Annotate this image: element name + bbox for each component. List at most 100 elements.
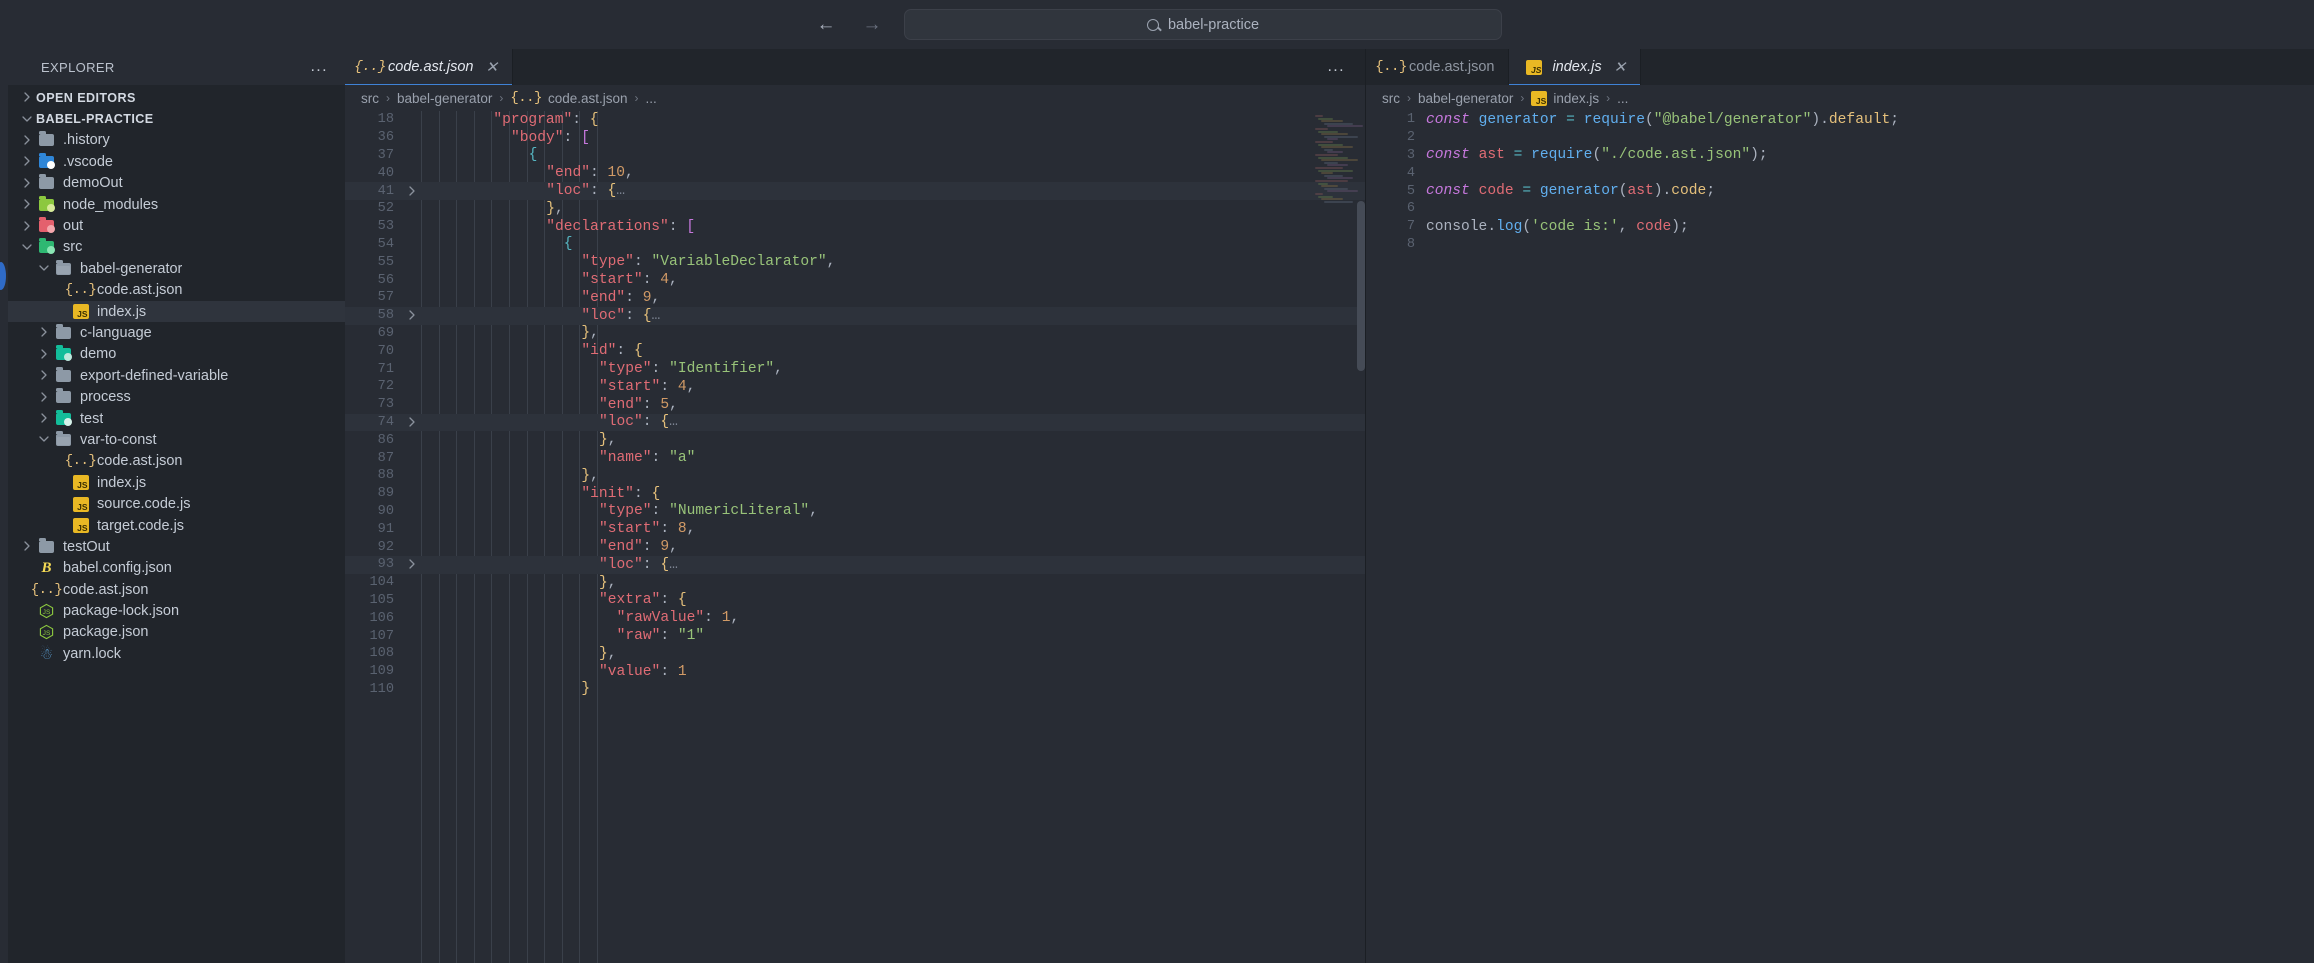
- breadcrumb-item[interactable]: babel-generator: [397, 91, 492, 106]
- tree-folder--vscode[interactable]: .vscode: [8, 151, 345, 172]
- file-tree: OPEN EDITORS BABEL-PRACTICE .history .vscod…: [8, 85, 345, 963]
- code-token: ,: [607, 645, 617, 662]
- breadcrumb-item[interactable]: ...: [1617, 91, 1628, 106]
- editor-more-actions-icon[interactable]: ...: [1327, 59, 1345, 75]
- code-text: "declarations": [: [421, 219, 695, 235]
- tree-folder-c-language[interactable]: c-language: [8, 322, 345, 343]
- tree-folder--history[interactable]: .history: [8, 130, 345, 151]
- tree-item-label: var-to-const: [80, 431, 157, 448]
- tab-code-ast-json[interactable]: {..} code.ast.json ✕: [345, 49, 514, 85]
- breadcrumb-item[interactable]: babel-generator: [1418, 91, 1513, 106]
- chevron-down-icon[interactable]: [36, 262, 53, 275]
- chevron-right-icon[interactable]: [36, 412, 53, 425]
- arrow-left-icon[interactable]: ←: [812, 11, 840, 39]
- tree-file-code-ast-json[interactable]: {..} code.ast.json: [8, 579, 345, 600]
- tree-folder-export-defined-variable[interactable]: export-defined-variable: [8, 365, 345, 386]
- code-token: "body": [511, 129, 564, 146]
- chevron-right-icon[interactable]: [19, 134, 36, 147]
- minimap-line: [1315, 141, 1333, 143]
- line-number: 73: [377, 397, 394, 413]
- chevron-right-icon[interactable]: [19, 198, 36, 211]
- tree-section-babel-practice[interactable]: BABEL-PRACTICE: [8, 108, 345, 129]
- code-token: const: [1426, 183, 1470, 200]
- chevron-right-icon[interactable]: [36, 369, 53, 382]
- tree-folder-test[interactable]: test: [8, 408, 345, 429]
- chevron-right-icon[interactable]: [19, 177, 36, 190]
- tree-file-target-code-js[interactable]: JS target.code.js: [8, 515, 345, 536]
- close-icon[interactable]: ✕: [1611, 60, 1627, 75]
- code-line: 109 "value": 1: [345, 663, 1365, 681]
- editor-actions-left: ...: [1327, 49, 1365, 85]
- chevron-down-icon[interactable]: [36, 433, 53, 446]
- tree-file-code-ast-json[interactable]: {..} code.ast.json: [8, 280, 345, 301]
- fold-chevron-icon[interactable]: [403, 309, 421, 322]
- minimap-line: [1321, 172, 1333, 175]
- json-file-icon: {..}: [64, 282, 97, 299]
- breadcrumb-item[interactable]: {..} code.ast.json: [510, 90, 627, 106]
- command-center-search[interactable]: babel-practice: [904, 9, 1502, 40]
- chevron-right-icon[interactable]: [36, 326, 53, 339]
- chevron-down-icon[interactable]: [19, 241, 36, 254]
- code-token: {: [633, 343, 643, 360]
- code-text: "start": 4,: [421, 379, 695, 395]
- tree-folder-demo[interactable]: demo: [8, 344, 345, 365]
- tree-folder-var-to-const[interactable]: var-to-const: [8, 429, 345, 450]
- tree-file-babel-config-json[interactable]: Bbabel.config.json: [8, 558, 345, 579]
- code-text: },: [421, 201, 564, 217]
- minimap-line: [1321, 198, 1343, 201]
- tab-code-ast-json[interactable]: {..} code.ast.json: [1366, 49, 1510, 85]
- tree-folder-testout[interactable]: testOut: [8, 536, 345, 557]
- tree-file-package-lock-json[interactable]: JS package-lock.json: [8, 600, 345, 621]
- code-token: require: [1531, 147, 1593, 164]
- close-icon[interactable]: ✕: [482, 60, 498, 75]
- chevron-right-icon[interactable]: [19, 540, 36, 553]
- minimap-left[interactable]: [1311, 111, 1363, 963]
- tree-file-package-json[interactable]: JS package.json: [8, 622, 345, 643]
- fold-chevron-icon[interactable]: [403, 558, 421, 571]
- tab-label: index.js: [1552, 59, 1602, 75]
- tab-index-js[interactable]: JS index.js ✕: [1509, 49, 1642, 85]
- tree-file-index-js[interactable]: JS index.js: [8, 472, 345, 493]
- code-editor-right[interactable]: 1 const generator = require("@babel/gener…: [1366, 111, 2314, 963]
- code-editor-left[interactable]: 18 "program": {36 "body": [37{40 "end": 10,…: [345, 111, 1365, 963]
- fold-chevron-icon[interactable]: [403, 416, 421, 429]
- tree-folder-process[interactable]: process: [8, 386, 345, 407]
- breadcrumb-item[interactable]: ...: [646, 91, 657, 106]
- tree-section-label: OPEN EDITORS: [36, 90, 136, 105]
- chevron-right-icon[interactable]: [19, 155, 36, 168]
- minimap-line: [1315, 180, 1348, 182]
- scrollbar-thumb[interactable]: [1357, 201, 1365, 371]
- tree-folder-demoout[interactable]: demoOut: [8, 173, 345, 194]
- tree-folder-src[interactable]: src: [8, 237, 345, 258]
- tree-section-open-editors[interactable]: OPEN EDITORS: [8, 87, 345, 108]
- chevron-down-icon[interactable]: [19, 113, 36, 126]
- code-line: 92 "end": 9,: [345, 538, 1365, 556]
- folder-icon: [36, 131, 57, 147]
- code-token: :: [660, 521, 678, 538]
- breadcrumb-item[interactable]: src: [1382, 91, 1400, 106]
- code-token: {: [607, 183, 617, 200]
- explorer-more-actions-icon[interactable]: ...: [310, 59, 328, 75]
- breadcrumb-item[interactable]: src: [361, 91, 379, 106]
- tree-file-index-js[interactable]: JS index.js: [8, 300, 345, 323]
- chevron-right-icon[interactable]: [19, 220, 36, 233]
- line-number: 56: [377, 272, 394, 288]
- code-token: "Identifier": [669, 361, 775, 378]
- scrollbar-left[interactable]: [1357, 111, 1365, 963]
- tree-file-code-ast-json[interactable]: {..} code.ast.json: [8, 451, 345, 472]
- code-line: 2: [1366, 129, 2314, 147]
- tree-file-yarn-lock[interactable]: ☃ yarn.lock: [8, 643, 345, 664]
- tree-file-source-code-js[interactable]: JS source.code.js: [8, 493, 345, 514]
- fold-chevron-icon[interactable]: [403, 185, 421, 198]
- line-number: 4: [1406, 165, 1415, 181]
- chevron-right-icon[interactable]: [19, 91, 36, 104]
- arrow-right-icon[interactable]: →: [858, 11, 886, 39]
- tree-folder-node-modules[interactable]: node_modules: [8, 194, 345, 215]
- code-line: 36 "body": [: [345, 129, 1365, 147]
- chevron-right-icon[interactable]: [36, 348, 53, 361]
- chevron-right-icon[interactable]: [36, 391, 53, 404]
- tree-folder-babel-generator[interactable]: babel-generator: [8, 258, 345, 279]
- breadcrumb-item[interactable]: JS index.js: [1531, 90, 1599, 106]
- tree-folder-out[interactable]: out: [8, 215, 345, 236]
